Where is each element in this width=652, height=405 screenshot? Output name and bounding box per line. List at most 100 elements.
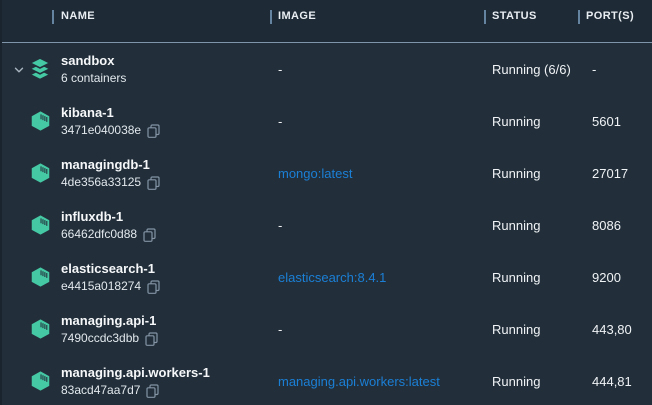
status-cell: Running bbox=[484, 374, 578, 389]
container-id: 3471e040038e bbox=[61, 123, 141, 138]
table-row[interactable]: managing.api-1 7490ccdc3dbb - Running 4 bbox=[0, 303, 652, 355]
name-cell: managingdb-1 4de356a33125 bbox=[0, 147, 270, 199]
container-name: sandbox bbox=[61, 52, 126, 69]
compose-stack-icon bbox=[28, 57, 52, 81]
name-text: influxdb-1 66462dfc0d88 bbox=[61, 208, 156, 242]
image-link[interactable]: elasticsearch:8.4.1 bbox=[278, 270, 386, 285]
column-header-label: NAME bbox=[61, 9, 95, 23]
ports-text: 5601 bbox=[592, 114, 621, 129]
image-value: - bbox=[278, 114, 282, 129]
ports-cell: 27017 bbox=[578, 166, 652, 181]
name-cell: influxdb-1 66462dfc0d88 bbox=[0, 199, 270, 251]
column-divider bbox=[270, 10, 272, 24]
image-value: - bbox=[278, 218, 282, 233]
image-link[interactable]: managing.api.workers:latest bbox=[278, 374, 440, 389]
image-cell: - bbox=[270, 218, 484, 233]
copy-icon[interactable] bbox=[145, 332, 158, 346]
column-divider bbox=[52, 10, 54, 24]
ports-text: 9200 bbox=[592, 270, 621, 285]
column-divider bbox=[484, 10, 486, 24]
table-row[interactable]: kibana-1 3471e040038e - Running 5601 bbox=[0, 95, 652, 147]
image-cell: mongo:latest bbox=[270, 166, 484, 181]
name-text: managingdb-1 4de356a33125 bbox=[61, 156, 160, 190]
name-cell: managing.api-1 7490ccdc3dbb bbox=[0, 303, 270, 355]
image-value: - bbox=[278, 62, 282, 77]
ports-text: 443,80 bbox=[592, 322, 632, 337]
table-row[interactable]: influxdb-1 66462dfc0d88 - Running 8086 bbox=[0, 199, 652, 251]
table-row[interactable]: elasticsearch-1 e4415a018274 elasticsear… bbox=[0, 251, 652, 303]
ports-text: - bbox=[592, 62, 596, 77]
column-header-label: STATUS bbox=[492, 9, 537, 23]
copy-icon[interactable] bbox=[147, 124, 160, 138]
ports-cell: 5601 bbox=[578, 114, 652, 129]
chevron-down-icon[interactable] bbox=[13, 63, 25, 75]
name-cell: sandbox 6 containers bbox=[0, 43, 270, 95]
table-body: sandbox 6 containers - Running (6/6) - bbox=[0, 43, 652, 405]
container-name: managingdb-1 bbox=[61, 156, 160, 173]
container-id: e4415a018274 bbox=[61, 279, 141, 294]
image-link[interactable]: mongo:latest bbox=[278, 166, 352, 181]
copy-icon[interactable] bbox=[146, 384, 159, 398]
container-name: influxdb-1 bbox=[61, 208, 156, 225]
image-value: - bbox=[278, 322, 282, 337]
container-cube-icon bbox=[28, 161, 52, 185]
column-header-image[interactable]: IMAGE bbox=[270, 0, 484, 42]
container-cube-icon bbox=[28, 265, 52, 289]
status-cell: Running bbox=[484, 270, 578, 285]
image-cell: - bbox=[270, 114, 484, 129]
name-text: managing.api.workers-1 83acd47aa7d7 bbox=[61, 364, 210, 398]
image-cell: managing.api.workers:latest bbox=[270, 374, 484, 389]
status-cell: Running bbox=[484, 218, 578, 233]
copy-icon[interactable] bbox=[147, 176, 160, 190]
column-header-label: PORT(S) bbox=[586, 9, 634, 23]
status-text: Running bbox=[492, 114, 540, 129]
container-name: kibana-1 bbox=[61, 104, 160, 121]
name-cell: kibana-1 3471e040038e bbox=[0, 95, 270, 147]
name-cell: elasticsearch-1 e4415a018274 bbox=[0, 251, 270, 303]
image-cell: - bbox=[270, 322, 484, 337]
column-header-name[interactable]: NAME bbox=[0, 0, 270, 42]
status-cell: Running bbox=[484, 166, 578, 181]
table-row[interactable]: managingdb-1 4de356a33125 mongo:latest R… bbox=[0, 147, 652, 199]
ports-text: 444,81 bbox=[592, 374, 632, 389]
container-cube-icon bbox=[28, 109, 52, 133]
container-id: 6 containers bbox=[61, 71, 126, 86]
image-cell: elasticsearch:8.4.1 bbox=[270, 270, 484, 285]
ports-cell: 8086 bbox=[578, 218, 652, 233]
name-text: elasticsearch-1 e4415a018274 bbox=[61, 260, 160, 294]
column-divider bbox=[578, 10, 580, 24]
copy-icon[interactable] bbox=[147, 280, 160, 294]
name-cell: managing.api.workers-1 83acd47aa7d7 bbox=[0, 355, 270, 405]
container-cube-icon bbox=[28, 317, 52, 341]
ports-cell: 443,80 bbox=[578, 322, 652, 337]
ports-cell: 9200 bbox=[578, 270, 652, 285]
table-row[interactable]: sandbox 6 containers - Running (6/6) - bbox=[0, 43, 652, 95]
container-id: 4de356a33125 bbox=[61, 175, 141, 190]
status-text: Running bbox=[492, 374, 540, 389]
container-name: elasticsearch-1 bbox=[61, 260, 160, 277]
ports-cell: - bbox=[578, 62, 652, 77]
container-name: managing.api.workers-1 bbox=[61, 364, 210, 381]
container-id: 66462dfc0d88 bbox=[61, 227, 137, 242]
table-header: NAME IMAGE STATUS PORT(S) bbox=[0, 0, 652, 43]
status-text: Running bbox=[492, 218, 540, 233]
name-text: sandbox 6 containers bbox=[61, 52, 126, 86]
table-row[interactable]: managing.api.workers-1 83acd47aa7d7 mana… bbox=[0, 355, 652, 405]
ports-text: 8086 bbox=[592, 218, 621, 233]
column-header-status[interactable]: STATUS bbox=[484, 0, 578, 42]
container-cube-icon bbox=[28, 369, 52, 393]
status-text: Running bbox=[492, 322, 540, 337]
status-cell: Running (6/6) bbox=[484, 62, 578, 77]
copy-icon[interactable] bbox=[143, 228, 156, 242]
status-text: Running bbox=[492, 270, 540, 285]
containers-table: NAME IMAGE STATUS PORT(S) bbox=[0, 0, 652, 405]
container-name: managing.api-1 bbox=[61, 312, 158, 329]
ports-text: 27017 bbox=[592, 166, 628, 181]
column-header-label: IMAGE bbox=[278, 9, 316, 23]
status-text: Running bbox=[492, 166, 540, 181]
container-cube-icon bbox=[28, 213, 52, 237]
column-header-ports[interactable]: PORT(S) bbox=[578, 0, 652, 42]
status-cell: Running bbox=[484, 114, 578, 129]
image-cell: - bbox=[270, 62, 484, 77]
container-id: 83acd47aa7d7 bbox=[61, 383, 140, 398]
